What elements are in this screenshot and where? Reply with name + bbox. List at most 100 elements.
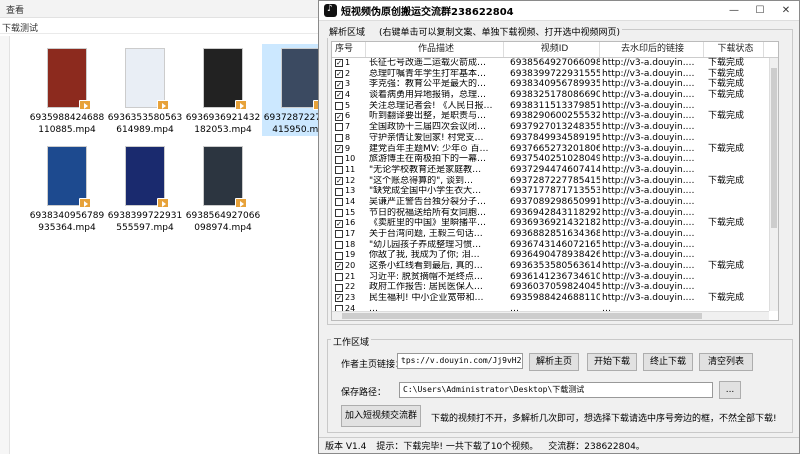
table-row[interactable]: ✓4 谈着病勇用异地报销，总理… 6938325178086690056http:/…	[332, 90, 778, 101]
table-row[interactable]: ✓3 李克强：教育公平是最大的… 6938340956789935364http:/…	[332, 79, 778, 90]
parse-homepage-button[interactable]: 解析主页	[529, 353, 579, 371]
vertical-scrollbar[interactable]	[769, 58, 778, 311]
row-checkbox[interactable]	[335, 273, 343, 282]
row-checkbox[interactable]: ✓	[335, 70, 343, 79]
row-checkbox[interactable]	[335, 251, 343, 260]
row-index: 22	[345, 282, 356, 292]
group-number: 交流群：238622804。	[548, 442, 645, 452]
maximize-button[interactable]: ☐	[747, 1, 773, 20]
table-row[interactable]: 7 全国政协十三届四次会议闭… 6937927013248355621http://…	[332, 122, 778, 133]
explorer-nav-pane	[0, 36, 10, 454]
row-video-id: 6936942843118292254	[510, 207, 600, 218]
col-header-link[interactable]: 去水印后的链接	[600, 42, 704, 57]
file-name: 6938399722931555597.mp4	[107, 211, 183, 233]
row-checkbox[interactable]: ✓	[335, 262, 343, 271]
row-checkbox[interactable]	[335, 134, 343, 143]
row-description: "这个账总得算的", 谈到…	[369, 175, 474, 186]
row-checkbox[interactable]: ✓	[335, 144, 343, 153]
video-thumbnail	[47, 48, 91, 110]
row-index: 3	[345, 79, 351, 89]
row-description: 你敌了我, 我成为了你; 泪…	[369, 250, 480, 261]
row-video-id: 6936936921432182053	[510, 218, 600, 229]
stop-download-button[interactable]: 终止下载	[643, 353, 693, 371]
file-item[interactable]: 6936353580563614989.mp4	[106, 44, 184, 136]
downloader-window: 短视频伪原创搬运交流群238622804 — ☐ ✕ 解析区域 (右键单击可以复…	[318, 0, 800, 454]
minimize-button[interactable]: —	[721, 1, 747, 20]
row-index: 4	[345, 90, 351, 100]
row-video-id: 6938290600255532424	[510, 111, 600, 122]
row-checkbox[interactable]	[335, 187, 343, 196]
file-item[interactable]: 6938340956789935364.mp4	[28, 142, 106, 234]
table-row[interactable]: 17 关于台湾问题, 王毅三句话… 6936882851634368414http:…	[332, 229, 778, 240]
row-checkbox[interactable]: ✓	[335, 176, 343, 185]
row-checkbox[interactable]: ✓	[335, 59, 343, 68]
table-row[interactable]: 22 政府工作报告: 居民医保人… 6936037059824045326http:…	[332, 282, 778, 293]
row-video-id: 6936490478938426631	[510, 250, 600, 261]
table-row[interactable]: 19 你敌了我, 我成为了你; 泪… 6936490478938426631http…	[332, 250, 778, 261]
table-row[interactable]: ✓2 总理叮嘱青年学生打牢基本… 6938399722931555597http:/…	[332, 69, 778, 80]
row-checkbox[interactable]	[335, 208, 343, 217]
row-video-id: 6936141236734610718	[510, 271, 600, 282]
file-item[interactable]: 6938564927066098974.mp4	[184, 142, 262, 234]
row-checkbox[interactable]	[335, 123, 343, 132]
col-header-index[interactable]: 序号	[332, 42, 366, 57]
table-row[interactable]: 18 "幼儿园孩子养成整理习惯… 6936743146072165646http:/…	[332, 240, 778, 251]
table-row[interactable]: 10 旅游博主在南极拍下的一幕… 6937540251028049163http:/…	[332, 154, 778, 165]
table-row[interactable]: 15 节日的祝福送给所有女同胞… 6936942843118292254http:/…	[332, 208, 778, 219]
close-button[interactable]: ✕	[773, 1, 799, 20]
clear-list-button[interactable]: 清空列表	[699, 353, 753, 371]
table-row[interactable]: ✓20 这条小红线看到最后, 真的… 6936353580563614989http…	[332, 261, 778, 272]
horizontal-scrollbar[interactable]	[332, 311, 769, 320]
row-checkbox[interactable]	[335, 198, 343, 207]
browse-folder-button[interactable]: ...	[719, 381, 741, 399]
row-checkbox[interactable]	[335, 241, 343, 250]
row-index: 21	[345, 271, 356, 281]
table-row[interactable]: ✓16 《卖脏里的中国》里瞬播平… 6936936921432182053http:…	[332, 218, 778, 229]
table-row[interactable]: 21 习近平: 脱贫摘帽不是终点… 6936141236734610718http:…	[332, 272, 778, 283]
row-checkbox[interactable]	[335, 166, 343, 175]
table-row[interactable]: 11 "无论学校教育还是家庭教… 6937294474607414535http:/…	[332, 165, 778, 176]
row-index: 20	[345, 261, 356, 271]
table-row[interactable]: ✓9 建党百年主题MV: 少年⊙ 百… 6937665273201806606htt…	[332, 144, 778, 155]
start-download-button[interactable]: 开始下载	[587, 353, 637, 371]
row-status	[704, 165, 764, 176]
row-checkbox[interactable]: ✓	[335, 294, 343, 303]
table-row[interactable]: 13 "缺党成全国中小学生衣大… 6937177871713553441http:/…	[332, 186, 778, 197]
table-row[interactable]: 5 关注总理记者会! 《人民日报… 6938311513379851553http:…	[332, 101, 778, 112]
author-url-input[interactable]: tps://v.douyin.com/Jj9vH2s/	[397, 353, 523, 369]
row-description: 旅游博主在南极拍下的一幕…	[369, 154, 487, 165]
file-item[interactable]: 6938399722931555597.mp4	[106, 142, 184, 234]
table-row[interactable]: ✓23 民生福利! 中小企业宽带和… 6935988424688110885http…	[332, 293, 778, 304]
title-bar[interactable]: 短视频伪原创搬运交流群238622804 — ☐ ✕	[319, 1, 799, 21]
row-checkbox[interactable]	[335, 102, 343, 111]
video-list-table[interactable]: 序号 作品描述 视频ID 去水印后的链接 下载状态 ✓ 1 长征七号改遥二运载火箭成…	[331, 41, 779, 321]
col-header-id[interactable]: 视频ID	[504, 42, 600, 57]
row-checkbox[interactable]	[335, 283, 343, 292]
row-checkbox[interactable]: ✓	[335, 80, 343, 89]
col-header-status[interactable]: 下载状态	[704, 42, 764, 57]
file-item[interactable]: 6936936921432182053.mp4	[184, 44, 262, 136]
row-checkbox[interactable]	[335, 230, 343, 239]
join-group-button[interactable]: 加入短视频交流群	[341, 405, 421, 427]
table-row[interactable]: ✓1 长征七号改遥二运载火箭成… 6938564927066098974http:/…	[332, 58, 778, 69]
table-row[interactable]: ✓12 "这个账总得算的", 谈到… 6937287227785415950http…	[332, 176, 778, 187]
row-checkbox[interactable]: ✓	[335, 112, 343, 121]
video-thumbnail	[125, 48, 169, 110]
vertical-scroll-thumb[interactable]	[771, 68, 777, 228]
row-status: 下载完成	[708, 58, 745, 68]
table-row[interactable]: 8 守护亲情让爱回家! 村党支… 6937849934589195940http:/…	[332, 133, 778, 144]
row-index: 13	[345, 186, 356, 196]
save-path-input[interactable]: C:\Users\Administrator\Desktop\下载测试	[399, 382, 713, 398]
table-row[interactable]: 14 吴谦严正警告台独分裂分子… 6937089298650991885http:/…	[332, 197, 778, 208]
table-row[interactable]: ✓6 听到翻译要出整，是职责与… 6938290600255532424http:/…	[332, 111, 778, 122]
horizontal-scroll-thumb[interactable]	[342, 313, 702, 319]
row-description: 习近平: 脱贫摘帽不是终点…	[369, 271, 483, 282]
row-checkbox[interactable]: ✓	[335, 91, 343, 100]
row-link: http://v3-a.douyin.…	[602, 196, 695, 207]
row-status: 下载完成	[708, 90, 745, 101]
file-item[interactable]: 6935988424688110885.mp4	[28, 44, 106, 136]
col-header-desc[interactable]: 作品描述	[366, 42, 504, 57]
row-checkbox[interactable]	[335, 155, 343, 164]
row-checkbox[interactable]: ✓	[335, 219, 343, 228]
row-link: http://v3-a.douyin.…	[602, 68, 695, 79]
